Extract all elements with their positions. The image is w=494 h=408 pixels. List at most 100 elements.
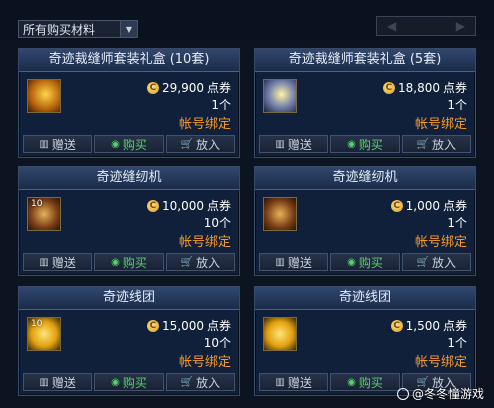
- price-row: C 18,800 点券: [382, 79, 467, 96]
- buy-icon: ◉: [111, 138, 120, 150]
- item-title: 奇迹缝纫机: [255, 167, 475, 190]
- price-unit: 点券: [206, 81, 231, 95]
- gift-label: 赠送: [287, 137, 312, 152]
- item-card: 奇迹线团 10 C 15,000 点券 10个 帐号绑定 ▥ 赠送 ◉ 购买 🛒 放入: [18, 286, 240, 396]
- thread-ball-icon[interactable]: 10: [27, 317, 61, 351]
- gift-label: 赠送: [287, 375, 312, 390]
- item-card: 奇迹缝纫机 10 C 10,000 点券 10个 帐号绑定 ▥ 赠送 ◉ 购买 🛒 放…: [18, 166, 240, 276]
- price-unit: 点券: [442, 199, 467, 213]
- item-card: 奇迹裁缝师套装礼盒 (5套) C 18,800 点券 1个 帐号绑定 ▥ 赠送 ◉…: [254, 48, 476, 158]
- category-filter-dropdown[interactable]: 所有购买材料 ▼: [18, 20, 138, 38]
- cart-icon: 🛒: [180, 256, 194, 268]
- buy-label: 购买: [122, 375, 147, 390]
- price-value: 29,900: [161, 80, 204, 95]
- add-to-cart-button[interactable]: 🛒 放入: [401, 253, 471, 271]
- coin-icon: C: [146, 199, 159, 212]
- price-row: C 29,900 点券: [146, 79, 231, 96]
- price-value: 10,000: [161, 198, 204, 213]
- add-to-cart-button[interactable]: 🛒 放入: [165, 135, 235, 153]
- item-count: 1个: [211, 98, 231, 112]
- buy-icon: ◉: [111, 376, 120, 388]
- action-bar: ▥ 赠送 ◉ 购买 🛒 放入: [259, 253, 471, 271]
- item-title: 奇迹线团: [255, 287, 475, 310]
- thread-ball-icon[interactable]: [263, 317, 297, 351]
- coin-icon: C: [382, 81, 395, 94]
- chevron-down-icon[interactable]: ▼: [120, 21, 137, 37]
- buy-button[interactable]: ◉ 购买: [94, 253, 164, 271]
- price-value: 1,500: [405, 318, 440, 333]
- watermark-text: @冬冬憧游戏: [411, 387, 484, 401]
- item-title: 奇迹缝纫机: [19, 167, 239, 190]
- bind-status: 帐号绑定: [178, 117, 231, 132]
- price-value: 15,000: [161, 318, 204, 333]
- cart-icon: 🛒: [180, 138, 194, 150]
- item-count: 10个: [203, 216, 231, 230]
- gift-icon: ▥: [39, 376, 49, 388]
- add-to-cart-button[interactable]: 🛒 放入: [165, 373, 235, 391]
- bind-status: 帐号绑定: [414, 235, 467, 250]
- buy-button[interactable]: ◉ 购买: [330, 135, 400, 153]
- buy-button[interactable]: ◉ 购买: [94, 135, 164, 153]
- sewing-machine-icon[interactable]: 10: [27, 197, 61, 231]
- buy-button[interactable]: ◉ 购买: [94, 373, 164, 391]
- buy-icon: ◉: [111, 256, 120, 268]
- coin-icon: C: [390, 319, 403, 332]
- gift-button[interactable]: ▥ 赠送: [259, 135, 329, 153]
- price-unit: 点券: [442, 319, 467, 333]
- watermark-logo-icon: [396, 387, 409, 400]
- add-to-cart-button[interactable]: 🛒 放入: [165, 253, 235, 271]
- cart-label: 放入: [196, 375, 221, 390]
- gift-button[interactable]: ▥ 赠送: [259, 253, 329, 271]
- action-bar: ▥ 赠送 ◉ 购买 🛒 放入: [23, 373, 235, 391]
- gift-label: 赠送: [51, 375, 76, 390]
- gift-label: 赠送: [51, 137, 76, 152]
- filter-label: 所有购买材料: [23, 22, 96, 37]
- add-to-cart-button[interactable]: 🛒 放入: [401, 135, 471, 153]
- giftbox-icon[interactable]: [27, 79, 61, 113]
- next-page-icon[interactable]: ▶: [456, 19, 465, 33]
- price-unit: 点券: [206, 319, 231, 333]
- item-count: 1个: [447, 336, 467, 350]
- cart-icon: 🛒: [416, 256, 430, 268]
- buy-label: 购买: [358, 375, 383, 390]
- action-bar: ▥ 赠送 ◉ 购买 🛒 放入: [259, 135, 471, 153]
- action-bar: ▥ 赠送 ◉ 购买 🛒 放入: [23, 135, 235, 153]
- price-value: 1,000: [405, 198, 440, 213]
- gift-button[interactable]: ▥ 赠送: [23, 373, 93, 391]
- gift-button[interactable]: ▥ 赠送: [259, 373, 329, 391]
- gift-button[interactable]: ▥ 赠送: [23, 253, 93, 271]
- giftbox-icon[interactable]: [263, 79, 297, 113]
- cart-icon: 🛒: [416, 138, 430, 150]
- gift-label: 赠送: [287, 255, 312, 270]
- price-row: C 15,000 点券: [146, 317, 231, 334]
- coin-icon: C: [146, 319, 159, 332]
- gift-icon: ▥: [39, 138, 49, 150]
- buy-label: 购买: [358, 255, 383, 270]
- cart-label: 放入: [432, 255, 457, 270]
- item-card: 奇迹裁缝师套装礼盒 (10套) C 29,900 点券 1个 帐号绑定 ▥ 赠送 …: [18, 48, 240, 158]
- bind-status: 帐号绑定: [178, 235, 231, 250]
- item-count: 1个: [447, 98, 467, 112]
- cart-label: 放入: [196, 137, 221, 152]
- gift-icon: ▥: [275, 138, 285, 150]
- buy-icon: ◉: [347, 256, 356, 268]
- gift-label: 赠送: [51, 255, 76, 270]
- coin-icon: C: [146, 81, 159, 94]
- sewing-machine-icon[interactable]: [263, 197, 297, 231]
- item-title: 奇迹裁缝师套装礼盒 (5套): [255, 49, 475, 72]
- price-unit: 点券: [442, 81, 467, 95]
- gift-icon: ▥: [275, 256, 285, 268]
- cart-label: 放入: [432, 137, 457, 152]
- item-title: 奇迹裁缝师套装礼盒 (10套): [19, 49, 239, 72]
- buy-button[interactable]: ◉ 购买: [330, 373, 400, 391]
- cart-icon: 🛒: [180, 376, 194, 388]
- buy-button[interactable]: ◉ 购买: [330, 253, 400, 271]
- qty-badge: 10: [31, 319, 43, 329]
- buy-label: 购买: [122, 137, 147, 152]
- price-row: C 1,500 点券: [390, 317, 467, 334]
- item-count: 1个: [447, 216, 467, 230]
- buy-label: 购买: [358, 137, 383, 152]
- prev-page-icon[interactable]: ◀: [387, 19, 396, 33]
- gift-button[interactable]: ▥ 赠送: [23, 135, 93, 153]
- qty-badge: 10: [31, 199, 43, 209]
